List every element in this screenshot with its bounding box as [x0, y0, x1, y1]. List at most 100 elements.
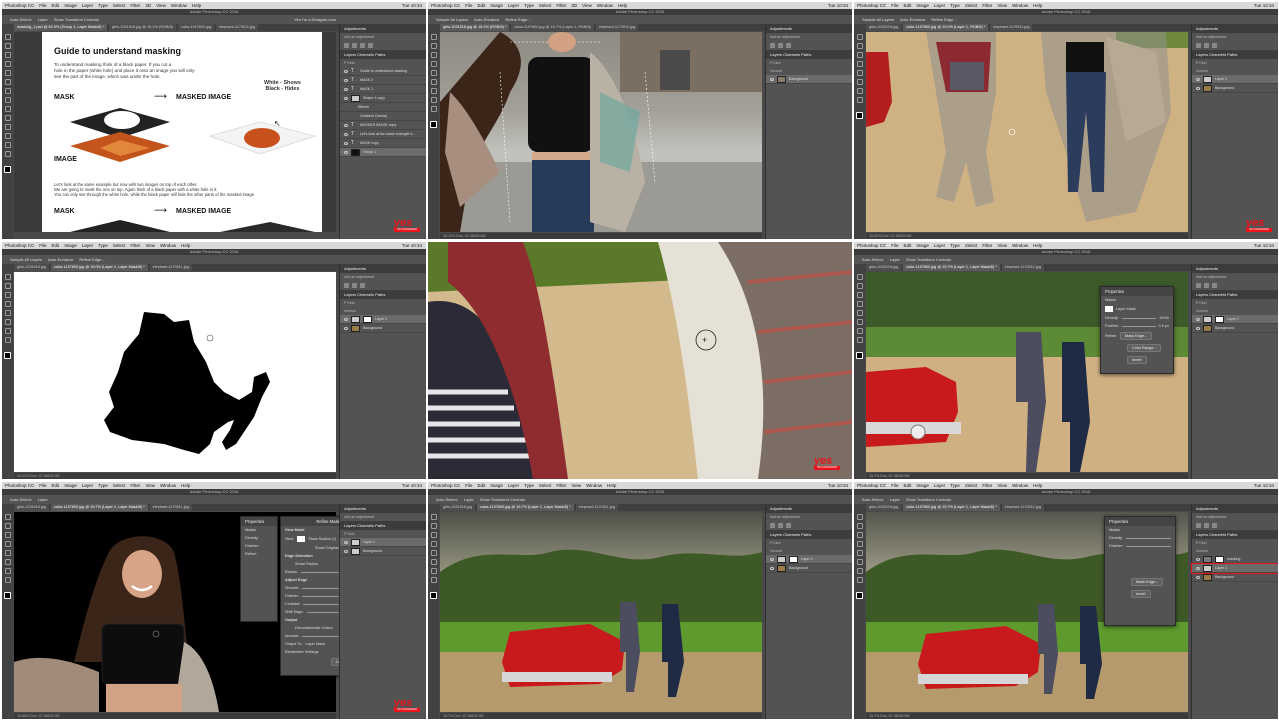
eye-icon[interactable] [770, 77, 774, 81]
brush-tool-icon[interactable] [430, 79, 437, 85]
layer-row-selected[interactable]: Layer 1 [766, 555, 852, 564]
crop-tool-icon[interactable] [856, 310, 863, 316]
layer-mask-thumbnail[interactable] [351, 148, 360, 156]
quick-select-tool-icon[interactable] [4, 61, 11, 67]
menu-type[interactable]: Type [98, 3, 108, 8]
layer-row[interactable]: T MASK copy [340, 139, 426, 148]
marquee-tool-icon[interactable] [856, 523, 863, 529]
color-range-button[interactable]: Color Range... [1127, 344, 1162, 352]
menu-select[interactable]: Select [113, 3, 126, 8]
move-tool-icon[interactable] [856, 274, 863, 280]
eraser-tool-icon[interactable] [4, 106, 11, 112]
crop-tool-icon[interactable] [4, 550, 11, 556]
crop-tool-icon[interactable] [4, 310, 11, 316]
menu-edit[interactable]: Edit [478, 3, 486, 8]
quick-select-tool-icon[interactable] [856, 301, 863, 307]
crop-tool-icon[interactable] [4, 70, 11, 76]
menu-select[interactable]: Select [539, 3, 552, 8]
document-canvas[interactable] [866, 32, 1188, 232]
tab-document[interactable]: elephant-1170511.jpg [149, 264, 192, 271]
document-canvas[interactable]: Guide to understand masking To understan… [14, 32, 336, 232]
tab-document[interactable]: cuba-1197800.jpg [177, 24, 214, 31]
eye-icon[interactable] [344, 78, 348, 82]
levels-icon[interactable] [778, 43, 783, 48]
menu-app[interactable]: Photoshop CC [431, 3, 460, 8]
layer-row[interactable]: T MASK 1 [340, 85, 426, 94]
menu-filter[interactable]: Filter [556, 3, 566, 8]
tab-document[interactable]: cuba-1197800.jpg @ 15.7% (Layer 1, RGB/8… [511, 24, 594, 31]
eye-icon[interactable] [1196, 326, 1200, 330]
menu-window[interactable]: Window [160, 243, 176, 248]
brush-tool-icon[interactable] [856, 79, 863, 85]
menu-help[interactable]: Help [1033, 483, 1042, 488]
menu-select[interactable]: Select [965, 483, 978, 488]
levels-icon[interactable] [1204, 283, 1209, 288]
layer-row[interactable]: T Guide to understand masking [340, 67, 426, 76]
auto-select-checkbox[interactable]: Auto-Select: [10, 497, 32, 502]
menu-filter[interactable]: Filter [556, 483, 566, 488]
eye-icon[interactable] [770, 566, 774, 570]
menu-type[interactable]: Type [98, 483, 108, 488]
type-tool-icon[interactable] [856, 577, 863, 583]
eraser-tool-icon[interactable] [4, 328, 11, 334]
brightness-icon[interactable] [1196, 43, 1201, 48]
menu-layer[interactable]: Layer [508, 483, 519, 488]
quick-select-tool-icon[interactable] [4, 541, 11, 547]
auto-select-dropdown[interactable]: Layer [38, 497, 48, 502]
menu-app[interactable]: Photoshop CC [857, 483, 886, 488]
blend-mode-dropdown[interactable]: Normal [766, 67, 852, 75]
blend-mode-dropdown[interactable]: Normal [1192, 67, 1278, 75]
menu-image[interactable]: Image [916, 243, 929, 248]
tab-document[interactable]: girls-1031518.jpg [866, 264, 902, 271]
menu-help[interactable]: Help [1033, 243, 1042, 248]
crop-tool-icon[interactable] [856, 70, 863, 76]
menu-file[interactable]: File [39, 3, 46, 8]
adjustments-panel-title[interactable]: Adjustments [340, 24, 426, 33]
lasso-tool-icon[interactable] [856, 532, 863, 538]
tab-document[interactable]: elephant-1170511.jpg [990, 24, 1033, 31]
eye-icon[interactable] [344, 326, 348, 330]
menu-file[interactable]: File [891, 243, 898, 248]
menu-filter[interactable]: Filter [982, 243, 992, 248]
menu-app[interactable]: Photoshop CC [5, 3, 34, 8]
lasso-tool-icon[interactable] [4, 52, 11, 58]
feather-value[interactable]: 0.0 px [1159, 324, 1169, 328]
mask-thumbnail[interactable] [1105, 306, 1113, 312]
document-canvas[interactable] [14, 272, 336, 472]
adjustments-panel-title[interactable]: Adjustments [1192, 264, 1278, 273]
menu-type[interactable]: Type [524, 483, 534, 488]
auto-enhance-checkbox[interactable]: Auto-Enhance [474, 17, 499, 22]
layer-row[interactable]: Background [340, 547, 426, 556]
menu-select[interactable]: Select [113, 243, 126, 248]
layer-filter[interactable]: P Kind [1192, 299, 1278, 307]
menu-view[interactable]: View [156, 3, 166, 8]
brush-tool-icon[interactable] [4, 88, 11, 94]
layers-panel-tabs[interactable]: Layers Channels Paths [340, 290, 426, 299]
tab-document[interactable]: cuba-1197800.jpg @ 15.7% (Layer 1, Layer… [51, 504, 148, 511]
tab-document[interactable]: cuba-1197800.jpg @ 15.0% (Layer 1, RGB/8… [903, 24, 989, 31]
menu-window[interactable]: Window [1012, 3, 1028, 8]
auto-select-checkbox[interactable]: Auto-Select: [10, 17, 32, 22]
menu-layer[interactable]: Layer [508, 3, 519, 8]
auto-select-checkbox[interactable]: Auto-Select: [436, 497, 458, 502]
layers-panel-tabs[interactable]: Layers Channels Paths [340, 521, 426, 530]
menu-type[interactable]: Type [950, 243, 960, 248]
crop-tool-icon[interactable] [430, 550, 437, 556]
menu-window[interactable]: Window [171, 3, 187, 8]
document-canvas[interactable] [440, 32, 762, 232]
brush-tool-icon[interactable] [4, 559, 11, 565]
blend-mode-dropdown[interactable]: Normal [766, 547, 852, 555]
eye-icon[interactable] [1196, 566, 1200, 570]
menu-window[interactable]: Window [597, 3, 613, 8]
tab-document[interactable]: girls-1031518.jpg @ 16.1% (RGB/8) * [440, 24, 510, 31]
menu-help[interactable]: Help [181, 483, 190, 488]
tab-document[interactable]: girls-1031518.jpg [866, 24, 902, 31]
refine-edge-button[interactable]: Refine Edge... [79, 257, 104, 262]
layer-row[interactable]: Gradient Overlay [340, 112, 426, 121]
type-tool-icon[interactable] [856, 337, 863, 343]
quick-select-tool-icon[interactable] [856, 61, 863, 67]
auto-select-checkbox[interactable]: Auto-Select: [862, 497, 884, 502]
menu-edit[interactable]: Edit [52, 3, 60, 8]
foreground-color-swatch[interactable] [856, 592, 863, 599]
layer-row-selected[interactable]: Group 1 [340, 148, 426, 157]
